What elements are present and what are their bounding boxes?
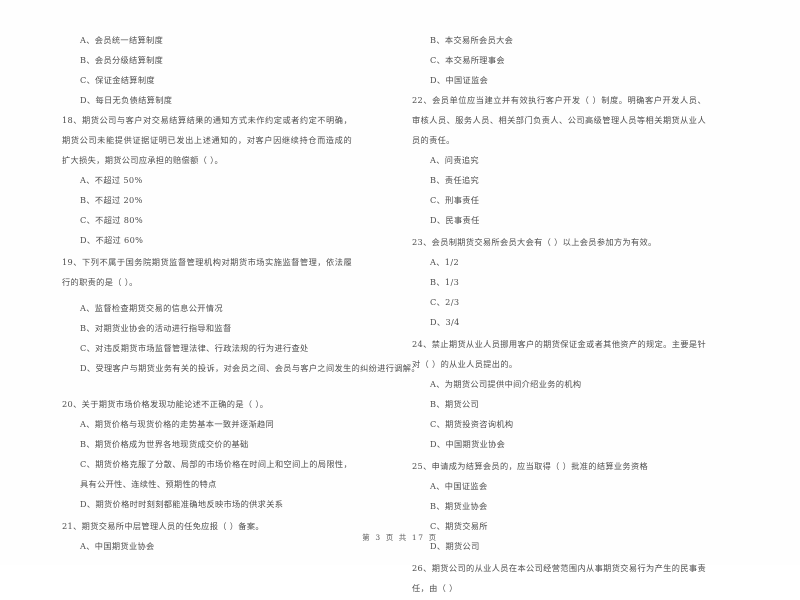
option-item: B、不超过 20% <box>80 195 143 205</box>
option-item: B、1/3 <box>430 277 460 287</box>
option-item: B、责任追究 <box>430 175 480 185</box>
option-item: A、期货价格与现货价格的走势基本一致并逐渐趋同 <box>80 419 275 429</box>
option-item: B、本交易所会员大会 <box>430 35 514 45</box>
option-item: B、会员分级结算制度 <box>80 55 164 65</box>
question-24: 24、禁止期货从业人员挪用客户的期货保证金或者其他资产的规定。主要是针对（ ）的… <box>412 334 706 454</box>
option-item: A、1/2 <box>430 257 460 267</box>
question-stem: 20、关于期货市场价格发现功能论述不正确的是（ ）。 <box>62 399 269 409</box>
option-item: D、中国证监会 <box>430 75 489 85</box>
question-26: 26、期货公司的从业人员在本公司经营范围内从事期货交易行为产生的民事责任，由（ … <box>412 558 706 598</box>
option-item: A、中国证监会 <box>430 481 488 491</box>
option-item: A、为期货公司提供中间介绍业务的机构 <box>430 379 582 389</box>
option-item: C、期货价格克服了分散、局部的市场价格在时间上和空间上的局限性，具有公开性、连续… <box>80 459 352 489</box>
option-item: A、监督检查期货交易的信息公开情况 <box>80 303 223 313</box>
question-stem: 19、下列不属于国务院期货监督管理机构对期货市场实施监督管理，依法履行的职责的是… <box>62 257 352 287</box>
option-item: D、受理客户与期货业务有关的投诉，对会员之间、会员与客户之间发生的纠纷进行调解。 <box>80 363 420 373</box>
option-item: D、期货价格时时刻刻都能准确地反映市场的供求关系 <box>80 499 284 509</box>
question-23: 23、会员制期货交易所会员大会有（ ）以上会员参加方为有效。 A、1/2 B、1… <box>412 232 706 332</box>
two-column-layout: A、会员统一结算制度 B、会员分级结算制度 C、保证金结算制度 D、每日无负债结… <box>0 30 800 600</box>
option-item: D、不超过 60% <box>80 235 144 245</box>
option-item: C、本交易所理事会 <box>430 55 505 65</box>
option-item: A、会员统一结算制度 <box>80 35 164 45</box>
option-item: C、保证金结算制度 <box>80 75 155 85</box>
question-stem: 25、申请成为结算会员的，应当取得（ ）批准的结算业务资格 <box>412 461 649 471</box>
option-item: D、每日无负债结算制度 <box>80 95 173 105</box>
question-stem: 22、会员单位应当建立并有效执行客户开发（ ）制度。明确客户开发人员、审核人员、… <box>412 95 706 145</box>
question-stem: 24、禁止期货从业人员挪用客户的期货保证金或者其他资产的规定。主要是针对（ ）的… <box>412 339 706 369</box>
option-item: C、不超过 80% <box>80 215 143 225</box>
option-item: B、期货公司 <box>430 399 480 409</box>
option-item: C、2/3 <box>430 297 460 307</box>
option-item: B、期货业协会 <box>430 501 488 511</box>
question-18: 18、期货公司与客户对交易结算结果的通知方式未作约定或者约定不明确，期货公司未能… <box>62 110 352 250</box>
continued-options-left: A、会员统一结算制度 B、会员分级结算制度 C、保证金结算制度 D、每日无负债结… <box>62 30 352 110</box>
option-item: D、民事责任 <box>430 215 480 225</box>
option-item: D、3/4 <box>430 317 460 327</box>
option-item: C、刑事责任 <box>430 195 480 205</box>
page-footer: 第 3 页 共 17 页 <box>362 533 438 542</box>
option-item: B、对期货业协会的活动进行指导和监督 <box>80 323 232 333</box>
question-19: 19、下列不属于国务院期货监督管理机构对期货市场实施监督管理，依法履行的职责的是… <box>62 252 420 378</box>
right-column: B、本交易所会员大会 C、本交易所理事会 D、中国证监会 22、会员单位应当建立… <box>356 30 712 600</box>
option-item: B、期货价格成为世界各地现货成交价的基础 <box>80 439 249 449</box>
question-stem: 23、会员制期货交易所会员大会有（ ）以上会员参加方为有效。 <box>412 237 657 247</box>
option-item: A、不超过 50% <box>80 175 143 185</box>
option-item: D、中国期货业协会 <box>430 439 506 449</box>
question-22: 22、会员单位应当建立并有效执行客户开发（ ）制度。明确客户开发人员、审核人员、… <box>412 90 706 230</box>
option-item: C、期货投资咨询机构 <box>430 419 514 429</box>
left-column: A、会员统一结算制度 B、会员分级结算制度 C、保证金结算制度 D、每日无负债结… <box>0 30 420 558</box>
option-item: A、问责追究 <box>430 155 479 165</box>
question-stem: 26、期货公司的从业人员在本公司经营范围内从事期货交易行为产生的民事责任，由（ … <box>412 563 706 593</box>
question-stem: 18、期货公司与客户对交易结算结果的通知方式未作约定或者约定不明确，期货公司未能… <box>62 115 352 165</box>
continued-options-right: B、本交易所会员大会 C、本交易所理事会 D、中国证监会 <box>412 30 706 90</box>
question-20: 20、关于期货市场价格发现功能论述不正确的是（ ）。 A、期货价格与现货价格的走… <box>62 394 352 514</box>
option-item: C、对违反期货市场监督管理法律、行政法规的行为进行查处 <box>80 343 309 353</box>
exam-page: A、会员统一结算制度 B、会员分级结算制度 C、保证金结算制度 D、每日无负债结… <box>0 0 800 593</box>
